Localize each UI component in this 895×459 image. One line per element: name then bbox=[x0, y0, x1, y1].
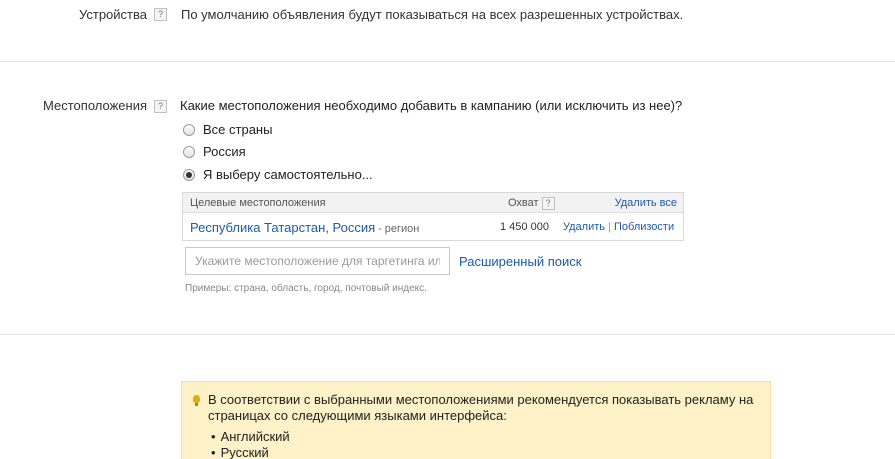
table-row: Республика Татарстан, Россия - регион 1 … bbox=[183, 214, 683, 241]
radio-label: Я выберу самостоятельно... bbox=[203, 167, 373, 182]
location-type: - регион bbox=[378, 223, 420, 235]
nearby-link[interactable]: Поблизости bbox=[614, 221, 674, 233]
list-item: Русский bbox=[211, 445, 290, 459]
column-header-locations: Целевые местоположения bbox=[190, 197, 326, 209]
delete-all-link[interactable]: Удалить все bbox=[615, 197, 677, 209]
location-name-link[interactable]: Республика Татарстан, Россия bbox=[190, 220, 375, 235]
radio-label: Все страны bbox=[203, 122, 273, 137]
devices-label: Устройства bbox=[78, 7, 147, 22]
advanced-search-link[interactable]: Расширенный поиск bbox=[459, 254, 581, 269]
divider bbox=[0, 334, 895, 335]
search-examples-hint: Примеры: страна, область, город, почтовы… bbox=[185, 283, 427, 294]
locations-label: Местоположения bbox=[43, 98, 147, 113]
column-header-reach: Охват? bbox=[508, 197, 555, 210]
list-item: Английский bbox=[211, 429, 290, 445]
lightbulb-icon bbox=[193, 395, 200, 406]
locations-question: Какие местоположения необходимо добавить… bbox=[180, 98, 683, 113]
table-header: Целевые местоположения Охват? Удалить вс… bbox=[183, 193, 683, 213]
radio-custom[interactable]: Я выберу самостоятельно... bbox=[183, 167, 373, 182]
radio-button-selected[interactable] bbox=[183, 168, 195, 181]
devices-description: По умолчанию объявления будут показывать… bbox=[181, 7, 684, 22]
delete-link[interactable]: Удалить bbox=[563, 221, 605, 233]
language-recommendation-notice: В соответствии с выбранными местоположен… bbox=[181, 381, 771, 459]
location-reach: 1 450 000 bbox=[500, 221, 549, 233]
reach-label: Охват bbox=[508, 197, 539, 209]
divider bbox=[0, 61, 895, 62]
radio-label: Россия bbox=[203, 144, 246, 159]
location-search-input[interactable] bbox=[185, 247, 450, 275]
locations-help-icon[interactable]: ? bbox=[154, 100, 167, 113]
locations-table: Целевые местоположения Охват? Удалить вс… bbox=[182, 192, 684, 241]
language-list: Английский Русский bbox=[211, 429, 290, 459]
row-actions: Удалить | Поблизости bbox=[563, 221, 674, 233]
reach-help-icon[interactable]: ? bbox=[541, 197, 555, 210]
action-separator: | bbox=[608, 221, 611, 233]
radio-button[interactable] bbox=[183, 123, 195, 136]
radio-all-countries[interactable]: Все страны bbox=[183, 122, 272, 137]
notice-text: В соответствии с выбранными местоположен… bbox=[208, 392, 754, 423]
radio-button[interactable] bbox=[183, 145, 195, 158]
devices-help-icon[interactable]: ? bbox=[154, 8, 167, 21]
radio-russia[interactable]: Россия bbox=[183, 144, 246, 159]
